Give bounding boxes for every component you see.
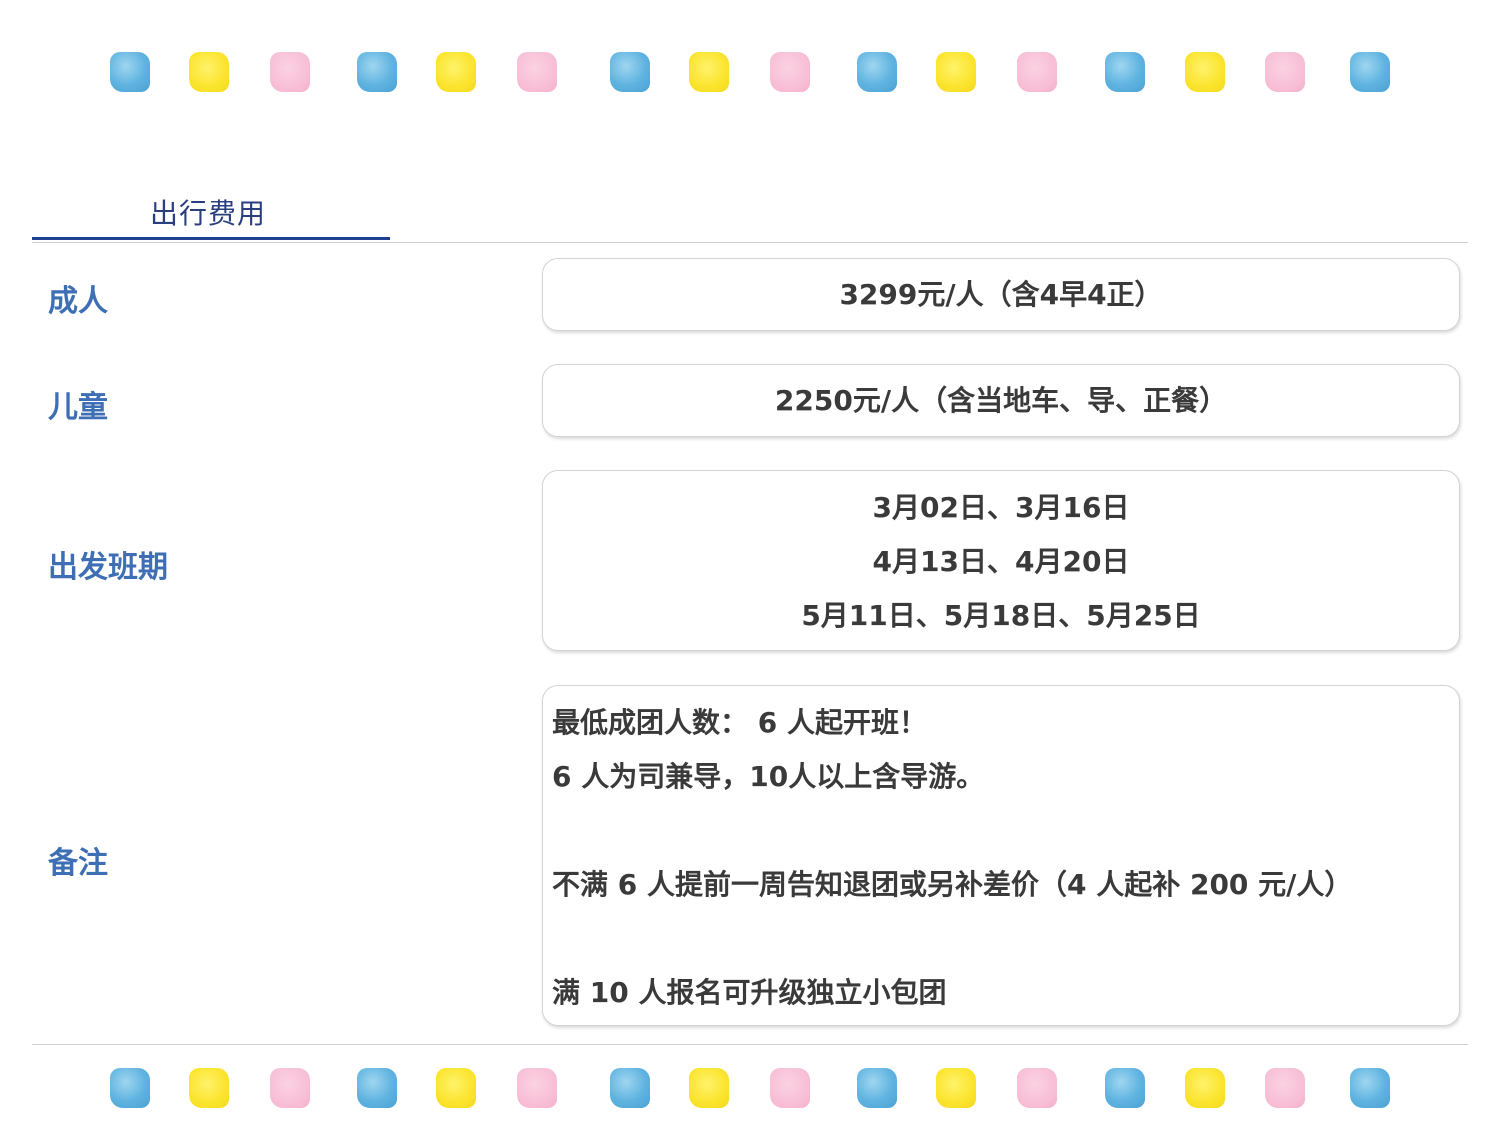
tab-bar: 出行费用: [32, 180, 1468, 243]
notes-line: 不满 6 人提前一周告知退团或另补差价（4 人起补 200 元/人）: [552, 868, 1353, 901]
dot-pink-icon: [270, 52, 310, 92]
departure-dates-line: 4月13日、4月20日: [872, 545, 1130, 578]
dot-yellow-icon: [436, 52, 476, 92]
dot-blue-icon: [1350, 1068, 1390, 1108]
dot-yellow-icon: [689, 52, 729, 92]
dot-pink-icon: [517, 1068, 557, 1108]
departure-dates-line: 3月02日、3月16日: [872, 491, 1130, 524]
dot-yellow-icon: [1185, 52, 1225, 92]
dot-yellow-icon: [936, 1068, 976, 1108]
dot-pink-icon: [770, 1068, 810, 1108]
notes-box: 最低成团人数： 6 人起开班！ 6 人为司兼导，10人以上含导游。 不满 6 人…: [542, 685, 1460, 1026]
dot-pink-icon: [770, 52, 810, 92]
dot-blue-icon: [610, 1068, 650, 1108]
dot-blue-icon: [1105, 1068, 1145, 1108]
dot-yellow-icon: [1185, 1068, 1225, 1108]
dot-pink-icon: [1017, 1068, 1057, 1108]
child-price-box: 2250元/人（含当地车、导、正餐）: [542, 364, 1460, 437]
dot-pink-icon: [1265, 52, 1305, 92]
child-label: 儿童: [48, 390, 108, 425]
dot-blue-icon: [110, 52, 150, 92]
departure-label: 出发班期: [48, 550, 168, 585]
dot-yellow-icon: [689, 1068, 729, 1108]
notes-line: 满 10 人报名可升级独立小包团: [552, 976, 947, 1009]
child-price-value: 2250元/人（含当地车、导、正餐）: [774, 384, 1228, 417]
notes-line: 6 人为司兼导，10人以上含导游。: [552, 760, 985, 793]
adult-price-value: 3299元/人（含4早4正）: [839, 278, 1163, 311]
dot-blue-icon: [857, 1068, 897, 1108]
dot-blue-icon: [857, 52, 897, 92]
dot-pink-icon: [517, 52, 557, 92]
tab-label: 出行费用: [150, 197, 267, 230]
adult-label: 成人: [48, 284, 108, 319]
dot-blue-icon: [610, 52, 650, 92]
dot-pink-icon: [1265, 1068, 1305, 1108]
notes-label: 备注: [48, 846, 108, 881]
dot-yellow-icon: [936, 52, 976, 92]
dot-blue-icon: [357, 52, 397, 92]
dot-pink-icon: [270, 1068, 310, 1108]
dot-pink-icon: [1017, 52, 1057, 92]
dot-blue-icon: [1350, 52, 1390, 92]
dot-yellow-icon: [436, 1068, 476, 1108]
tab-travel-cost[interactable]: 出行费用: [32, 180, 390, 240]
dot-yellow-icon: [189, 1068, 229, 1108]
dot-blue-icon: [1105, 52, 1145, 92]
divider: [32, 1044, 1468, 1045]
decorative-dots-bottom: [0, 1064, 1489, 1114]
departure-dates-box: 3月02日、3月16日 4月13日、4月20日 5月11日、5月18日、5月25…: [542, 470, 1460, 651]
dot-yellow-icon: [189, 52, 229, 92]
notes-line: 最低成团人数： 6 人起开班！: [552, 706, 927, 739]
departure-dates-line: 5月11日、5月18日、5月25日: [801, 599, 1201, 632]
dot-blue-icon: [110, 1068, 150, 1108]
decorative-dots-top: [0, 48, 1489, 98]
dot-blue-icon: [357, 1068, 397, 1108]
adult-price-box: 3299元/人（含4早4正）: [542, 258, 1460, 331]
